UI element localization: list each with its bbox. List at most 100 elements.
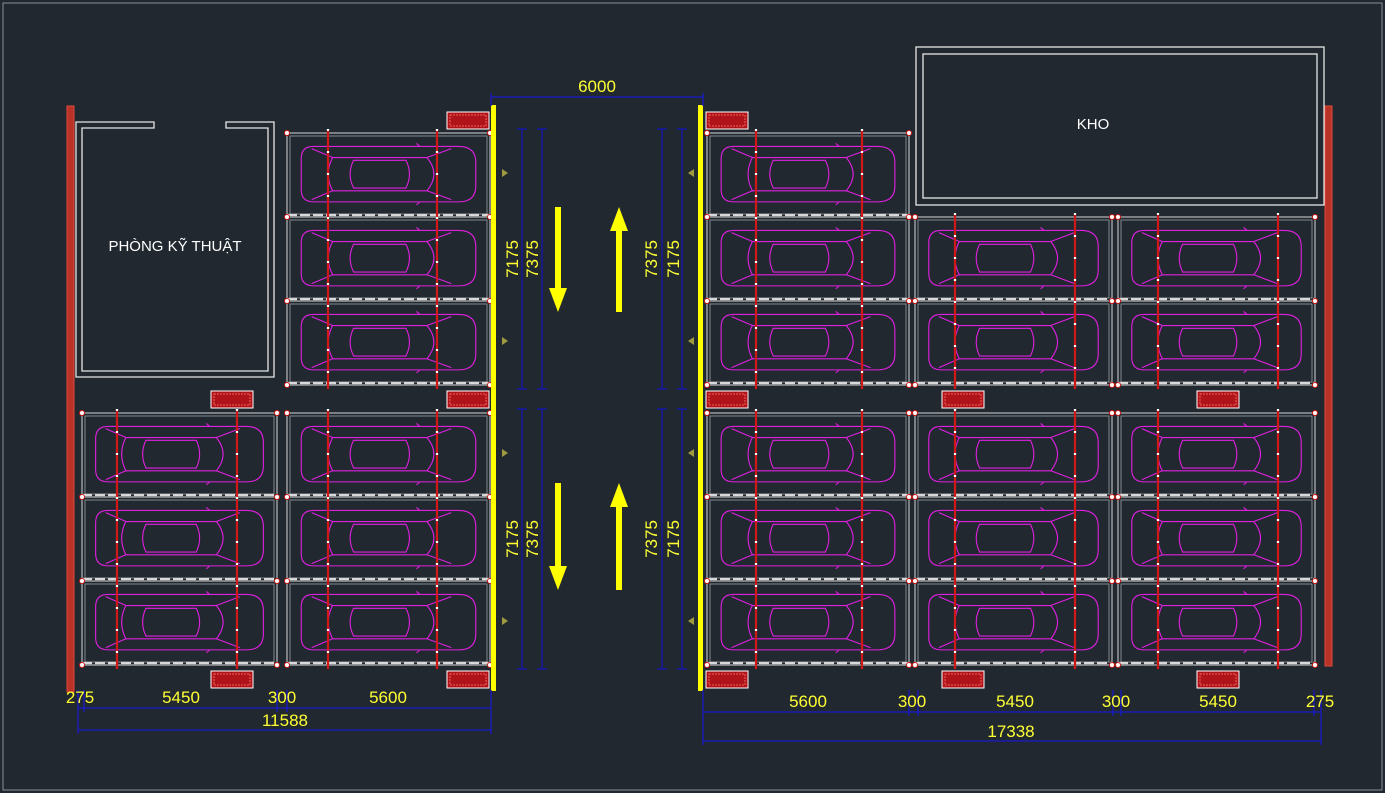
frame-node — [79, 494, 85, 500]
frame-node — [906, 298, 912, 304]
right-lift-rail — [698, 105, 703, 691]
control-panel-icon — [941, 670, 985, 689]
frame-node — [704, 130, 710, 136]
frame-node — [284, 662, 290, 668]
frame-node — [704, 298, 710, 304]
right-dim-300-b: 300 — [1102, 692, 1130, 711]
left-dim-5600: 5600 — [369, 688, 407, 707]
frame-node — [906, 130, 912, 136]
left-dim-300: 300 — [268, 688, 296, 707]
frame-node — [284, 130, 290, 136]
frame-node — [912, 410, 918, 416]
left-lift-rail — [491, 105, 496, 691]
control-panel-icon — [705, 670, 749, 689]
frame-node — [906, 410, 912, 416]
frame-node — [1109, 382, 1115, 388]
control-panel-icon — [941, 390, 985, 409]
left-lower-7175: 7175 — [503, 520, 522, 558]
control-panel-icon — [446, 390, 490, 409]
frame-node — [274, 578, 280, 584]
frame-node — [704, 382, 710, 388]
frame-node — [1115, 494, 1121, 500]
frame-node — [912, 214, 918, 220]
left-wall — [66, 105, 75, 693]
frame-node — [906, 382, 912, 388]
right-upper-7175: 7175 — [664, 240, 683, 278]
frame-node — [1109, 578, 1115, 584]
right-lower-7175: 7175 — [664, 520, 683, 558]
frame-node — [912, 578, 918, 584]
right-dim-275: 275 — [1306, 692, 1334, 711]
control-panel-icon — [705, 390, 749, 409]
control-panel-icon — [210, 670, 254, 689]
frame-node — [284, 410, 290, 416]
frame-node — [274, 410, 280, 416]
frame-node — [1312, 382, 1318, 388]
right-lower-7375: 7375 — [642, 520, 661, 558]
frame-node — [906, 578, 912, 584]
frame-node — [906, 494, 912, 500]
frame-node — [284, 494, 290, 500]
frame-node — [1312, 662, 1318, 668]
frame-node — [704, 578, 710, 584]
right-upper-7375: 7375 — [642, 240, 661, 278]
storage-room-label: KHO — [1077, 116, 1110, 133]
canvas-background — [0, 0, 1385, 793]
frame-node — [1115, 578, 1121, 584]
frame-node — [1109, 494, 1115, 500]
frame-node — [1312, 410, 1318, 416]
frame-node — [704, 494, 710, 500]
control-panel-icon — [1196, 390, 1240, 409]
right-dim-300-a: 300 — [898, 692, 926, 711]
left-total-label: 11588 — [262, 711, 308, 730]
frame-node — [284, 382, 290, 388]
frame-node — [79, 578, 85, 584]
frame-node — [1109, 662, 1115, 668]
frame-node — [906, 214, 912, 220]
left-lower-7375: 7375 — [523, 520, 542, 558]
aisle-width-label: 6000 — [578, 77, 616, 96]
right-total-label: 17338 — [987, 722, 1034, 741]
frame-node — [912, 298, 918, 304]
left-dim-5450: 5450 — [162, 688, 200, 707]
frame-node — [79, 410, 85, 416]
right-dim-5450-b: 5450 — [1199, 692, 1237, 711]
left-dim-275: 275 — [66, 688, 94, 707]
frame-node — [1115, 298, 1121, 304]
right-wall — [1324, 105, 1333, 667]
cad-parking-layout: PHÒNG KỸ THUẬT KHO 7175 73757175 73757375 7… — [0, 0, 1385, 793]
frame-node — [912, 382, 918, 388]
frame-node — [274, 494, 280, 500]
frame-node — [912, 494, 918, 500]
frame-node — [1312, 298, 1318, 304]
control-panel-icon — [446, 111, 490, 130]
left-upper-7375: 7375 — [523, 240, 542, 278]
control-panel-icon — [446, 670, 490, 689]
frame-node — [1115, 410, 1121, 416]
frame-node — [1109, 298, 1115, 304]
frame-node — [912, 662, 918, 668]
frame-node — [284, 298, 290, 304]
frame-node — [704, 410, 710, 416]
frame-node — [906, 662, 912, 668]
frame-node — [1115, 214, 1121, 220]
frame-node — [1109, 410, 1115, 416]
frame-node — [274, 662, 280, 668]
frame-node — [79, 662, 85, 668]
frame-node — [704, 214, 710, 220]
frame-node — [1115, 382, 1121, 388]
control-panel-icon — [1196, 670, 1240, 689]
frame-node — [1312, 578, 1318, 584]
frame-node — [284, 214, 290, 220]
frame-node — [284, 578, 290, 584]
frame-node — [1109, 214, 1115, 220]
frame-node — [1115, 662, 1121, 668]
frame-node — [704, 662, 710, 668]
technical-room-label: PHÒNG KỸ THUẬT — [108, 238, 241, 255]
frame-node — [1312, 494, 1318, 500]
left-upper-7175: 7175 — [503, 240, 522, 278]
right-dim-5450-a: 5450 — [996, 692, 1034, 711]
control-panel-icon — [210, 390, 254, 409]
control-panel-icon — [705, 111, 749, 130]
right-dim-5600: 5600 — [789, 692, 827, 711]
